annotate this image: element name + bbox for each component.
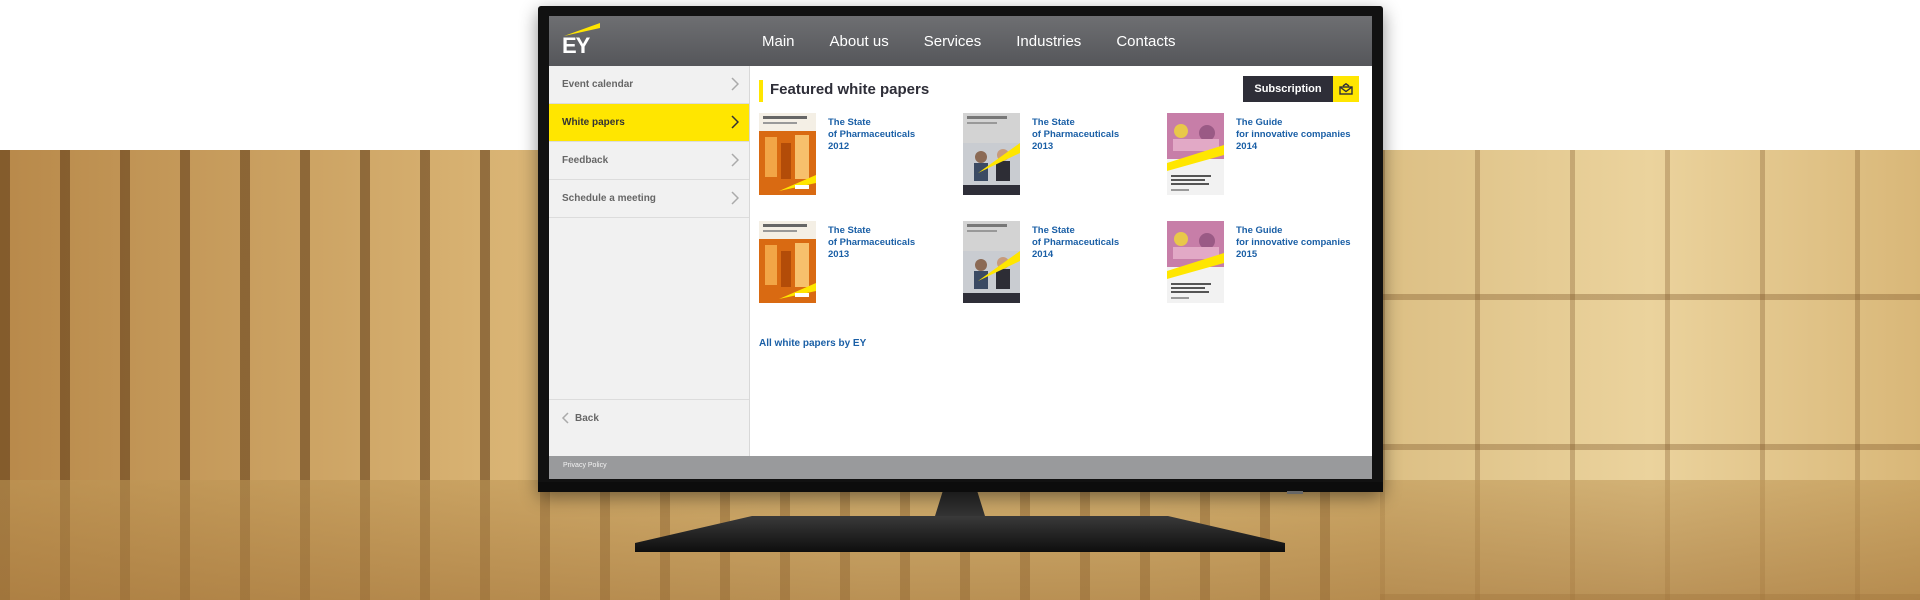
sidebar-item-white-papers[interactable]: White papers [549, 104, 749, 142]
paper-cover-thumbnail[interactable] [963, 221, 1020, 303]
sidebar-item-label: Event calendar [562, 79, 634, 90]
paper-card[interactable]: The State of Pharmaceuticals 2014 [963, 221, 1153, 303]
all-white-papers-link[interactable]: All white papers by EY [759, 338, 866, 349]
title-accent-bar [759, 80, 763, 102]
paper-title[interactable]: The State of Pharmaceuticals 2013 [1032, 117, 1150, 153]
sidebar-item-feedback[interactable]: Feedback [549, 142, 749, 180]
back-label: Back [575, 412, 599, 424]
paper-title[interactable]: The Guide for innovative companies 2014 [1236, 117, 1354, 153]
paper-title[interactable]: The State of Pharmaceuticals 2012 [828, 117, 946, 153]
pharma-orange-cover-icon [759, 113, 816, 195]
sidebar-item-label: White papers [562, 117, 625, 128]
subscription-label: Subscription [1243, 76, 1333, 102]
chevron-right-icon [731, 153, 739, 167]
chevron-right-icon [731, 191, 739, 205]
pharma-orange-cover-icon [759, 221, 816, 303]
paper-card[interactable]: The State of Pharmaceuticals 2013 [963, 113, 1153, 195]
sidebar-item-event-calendar[interactable]: Event calendar [549, 66, 749, 104]
page-title: Featured white papers [770, 81, 930, 98]
sidebar-item-label: Feedback [562, 155, 609, 166]
privacy-policy-link[interactable]: Privacy Policy [563, 462, 607, 469]
paper-cover-thumbnail[interactable] [759, 221, 816, 303]
chevron-left-icon [561, 412, 569, 424]
main-nav: Main About us Services Industries Contac… [762, 16, 1211, 66]
nav-item-main[interactable]: Main [762, 33, 795, 50]
envelope-icon [1333, 76, 1359, 102]
back-button[interactable]: Back [549, 399, 749, 436]
paper-card[interactable]: The Guide for innovative companies 2014 [1167, 113, 1357, 195]
sidebar: Event calendar White papers Feedback Sch… [549, 66, 750, 456]
nav-item-industries[interactable]: Industries [1016, 33, 1081, 50]
nav-item-about-us[interactable]: About us [830, 33, 889, 50]
paper-cover-thumbnail[interactable] [1167, 113, 1224, 195]
monitor-stand-neck [935, 492, 985, 516]
paper-cover-thumbnail[interactable] [759, 113, 816, 195]
monitor-screen: EY Main About us Services Industries Con… [549, 16, 1372, 479]
paper-card[interactable]: The State of Pharmaceuticals 2012 [759, 113, 949, 195]
pharma-office-cover-icon [963, 113, 1020, 195]
paper-title[interactable]: The State of Pharmaceuticals 2014 [1032, 225, 1150, 261]
sidebar-item-schedule-meeting[interactable]: Schedule a meeting [549, 180, 749, 218]
ey-logo[interactable]: EY [562, 23, 602, 59]
paper-cover-thumbnail[interactable] [1167, 221, 1224, 303]
paper-card[interactable]: The State of Pharmaceuticals 2013 [759, 221, 949, 303]
monitor-bezel [538, 482, 1383, 492]
nav-item-services[interactable]: Services [924, 33, 982, 50]
monitor-stand-base [635, 516, 1285, 552]
site-header: EY Main About us Services Industries Con… [549, 16, 1372, 66]
nav-item-contacts[interactable]: Contacts [1116, 33, 1175, 50]
paper-title[interactable]: The State of Pharmaceuticals 2013 [828, 225, 946, 261]
chevron-right-icon [731, 77, 739, 91]
paper-title[interactable]: The Guide for innovative companies 2015 [1236, 225, 1354, 261]
sidebar-item-label: Schedule a meeting [562, 193, 656, 204]
pharma-office-cover-icon [963, 221, 1020, 303]
envelope-glyph [1339, 83, 1353, 95]
logo-text: EY [562, 33, 590, 58]
paper-card[interactable]: The Guide for innovative companies 2015 [1167, 221, 1357, 303]
site-footer: Privacy Policy [549, 456, 1372, 479]
power-led [1287, 491, 1303, 494]
guide-pink-cover-icon [1167, 221, 1224, 303]
guide-pink-cover-icon [1167, 113, 1224, 195]
paper-cover-thumbnail[interactable] [963, 113, 1020, 195]
main-content: Featured white papers Subscription The S… [750, 66, 1372, 456]
subscription-button[interactable]: Subscription [1243, 76, 1359, 102]
chevron-right-icon [731, 115, 739, 129]
